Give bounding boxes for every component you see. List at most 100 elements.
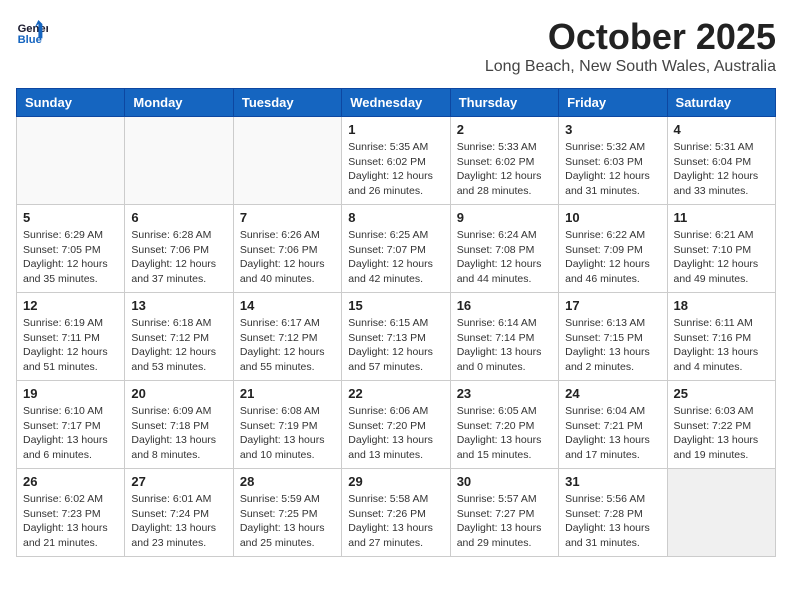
day-info: Sunrise: 6:06 AMSunset: 7:20 PMDaylight:…	[348, 404, 443, 463]
calendar-cell: 25 Sunrise: 6:03 AMSunset: 7:22 PMDayligh…	[667, 381, 775, 469]
calendar-cell	[125, 117, 233, 205]
day-number: 27	[131, 474, 226, 489]
day-info: Sunrise: 5:35 AMSunset: 6:02 PMDaylight:…	[348, 140, 443, 199]
day-number: 1	[348, 122, 443, 137]
day-info: Sunrise: 6:11 AMSunset: 7:16 PMDaylight:…	[674, 316, 769, 375]
calendar-cell: 26 Sunrise: 6:02 AMSunset: 7:23 PMDayligh…	[17, 469, 125, 557]
day-info: Sunrise: 6:25 AMSunset: 7:07 PMDaylight:…	[348, 228, 443, 287]
day-info: Sunrise: 6:24 AMSunset: 7:08 PMDaylight:…	[457, 228, 552, 287]
day-info: Sunrise: 5:33 AMSunset: 6:02 PMDaylight:…	[457, 140, 552, 199]
day-number: 4	[674, 122, 769, 137]
calendar-cell: 15 Sunrise: 6:15 AMSunset: 7:13 PMDayligh…	[342, 293, 450, 381]
day-number: 16	[457, 298, 552, 313]
location-title: Long Beach, New South Wales, Australia	[485, 58, 776, 76]
day-number: 10	[565, 210, 660, 225]
day-info: Sunrise: 6:08 AMSunset: 7:19 PMDaylight:…	[240, 404, 335, 463]
day-info: Sunrise: 6:05 AMSunset: 7:20 PMDaylight:…	[457, 404, 552, 463]
day-header-wednesday: Wednesday	[342, 89, 450, 117]
day-number: 29	[348, 474, 443, 489]
calendar-cell: 3 Sunrise: 5:32 AMSunset: 6:03 PMDaylight…	[559, 117, 667, 205]
day-number: 17	[565, 298, 660, 313]
calendar-cell: 14 Sunrise: 6:17 AMSunset: 7:12 PMDayligh…	[233, 293, 341, 381]
month-title: October 2025	[485, 16, 776, 58]
day-number: 12	[23, 298, 118, 313]
day-number: 24	[565, 386, 660, 401]
calendar-cell: 30 Sunrise: 5:57 AMSunset: 7:27 PMDayligh…	[450, 469, 558, 557]
day-info: Sunrise: 5:32 AMSunset: 6:03 PMDaylight:…	[565, 140, 660, 199]
calendar-cell: 18 Sunrise: 6:11 AMSunset: 7:16 PMDayligh…	[667, 293, 775, 381]
day-number: 21	[240, 386, 335, 401]
day-number: 14	[240, 298, 335, 313]
calendar-cell: 7 Sunrise: 6:26 AMSunset: 7:06 PMDaylight…	[233, 205, 341, 293]
calendar-cell: 2Sunrise: 5:33 AMSunset: 6:02 PMDaylight…	[450, 117, 558, 205]
calendar-cell: 12Sunrise: 6:19 AMSunset: 7:11 PMDayligh…	[17, 293, 125, 381]
logo-icon: General Blue	[16, 16, 48, 48]
day-info: Sunrise: 6:28 AMSunset: 7:06 PMDaylight:…	[131, 228, 226, 287]
day-number: 3	[565, 122, 660, 137]
title-section: October 2025 Long Beach, New South Wales…	[485, 16, 776, 76]
day-number: 7	[240, 210, 335, 225]
day-info: Sunrise: 6:01 AMSunset: 7:24 PMDaylight:…	[131, 492, 226, 551]
day-number: 30	[457, 474, 552, 489]
day-info: Sunrise: 6:29 AMSunset: 7:05 PMDaylight:…	[23, 228, 118, 287]
day-info: Sunrise: 6:15 AMSunset: 7:13 PMDaylight:…	[348, 316, 443, 375]
calendar-header-row: SundayMondayTuesdayWednesdayThursdayFrid…	[17, 89, 776, 117]
day-header-tuesday: Tuesday	[233, 89, 341, 117]
day-number: 28	[240, 474, 335, 489]
day-info: Sunrise: 6:26 AMSunset: 7:06 PMDaylight:…	[240, 228, 335, 287]
day-info: Sunrise: 6:04 AMSunset: 7:21 PMDaylight:…	[565, 404, 660, 463]
day-info: Sunrise: 5:57 AMSunset: 7:27 PMDaylight:…	[457, 492, 552, 551]
calendar-cell: 5Sunrise: 6:29 AMSunset: 7:05 PMDaylight…	[17, 205, 125, 293]
svg-text:General: General	[18, 23, 48, 35]
day-number: 25	[674, 386, 769, 401]
day-info: Sunrise: 6:02 AMSunset: 7:23 PMDaylight:…	[23, 492, 118, 551]
day-number: 19	[23, 386, 118, 401]
calendar-cell: 13Sunrise: 6:18 AMSunset: 7:12 PMDayligh…	[125, 293, 233, 381]
day-info: Sunrise: 6:10 AMSunset: 7:17 PMDaylight:…	[23, 404, 118, 463]
calendar-cell: 28Sunrise: 5:59 AMSunset: 7:25 PMDayligh…	[233, 469, 341, 557]
calendar-cell	[17, 117, 125, 205]
svg-text:Blue: Blue	[18, 34, 42, 46]
calendar-cell: 11Sunrise: 6:21 AMSunset: 7:10 PMDayligh…	[667, 205, 775, 293]
day-info: Sunrise: 5:56 AMSunset: 7:28 PMDaylight:…	[565, 492, 660, 551]
day-number: 18	[674, 298, 769, 313]
day-number: 8	[348, 210, 443, 225]
week-row-2: 5Sunrise: 6:29 AMSunset: 7:05 PMDaylight…	[17, 205, 776, 293]
day-number: 26	[23, 474, 118, 489]
day-info: Sunrise: 6:14 AMSunset: 7:14 PMDaylight:…	[457, 316, 552, 375]
calendar-cell: 8 Sunrise: 6:25 AMSunset: 7:07 PMDaylight…	[342, 205, 450, 293]
day-header-thursday: Thursday	[450, 89, 558, 117]
logo: General Blue	[16, 16, 48, 48]
day-info: Sunrise: 5:58 AMSunset: 7:26 PMDaylight:…	[348, 492, 443, 551]
day-header-friday: Friday	[559, 89, 667, 117]
day-info: Sunrise: 6:21 AMSunset: 7:10 PMDaylight:…	[674, 228, 769, 287]
calendar-cell: 4 Sunrise: 5:31 AMSunset: 6:04 PMDaylight…	[667, 117, 775, 205]
calendar-cell: 16 Sunrise: 6:14 AMSunset: 7:14 PMDayligh…	[450, 293, 558, 381]
calendar-cell: 19 Sunrise: 6:10 AMSunset: 7:17 PMDayligh…	[17, 381, 125, 469]
day-info: Sunrise: 6:17 AMSunset: 7:12 PMDaylight:…	[240, 316, 335, 375]
day-number: 23	[457, 386, 552, 401]
calendar-cell: 24 Sunrise: 6:04 AMSunset: 7:21 PMDayligh…	[559, 381, 667, 469]
week-row-1: 1 Sunrise: 5:35 AMSunset: 6:02 PMDaylight…	[17, 117, 776, 205]
day-info: Sunrise: 6:22 AMSunset: 7:09 PMDaylight:…	[565, 228, 660, 287]
day-number: 20	[131, 386, 226, 401]
calendar-cell: 10 Sunrise: 6:22 AMSunset: 7:09 PMDayligh…	[559, 205, 667, 293]
day-number: 31	[565, 474, 660, 489]
day-info: Sunrise: 6:13 AMSunset: 7:15 PMDaylight:…	[565, 316, 660, 375]
calendar-cell: 20 Sunrise: 6:09 AMSunset: 7:18 PMDayligh…	[125, 381, 233, 469]
calendar-cell: 22 Sunrise: 6:06 AMSunset: 7:20 PMDayligh…	[342, 381, 450, 469]
day-number: 6	[131, 210, 226, 225]
day-info: Sunrise: 5:31 AMSunset: 6:04 PMDaylight:…	[674, 140, 769, 199]
day-info: Sunrise: 6:18 AMSunset: 7:12 PMDaylight:…	[131, 316, 226, 375]
day-number: 22	[348, 386, 443, 401]
calendar-table: SundayMondayTuesdayWednesdayThursdayFrid…	[16, 88, 776, 557]
week-row-3: 12Sunrise: 6:19 AMSunset: 7:11 PMDayligh…	[17, 293, 776, 381]
day-info: Sunrise: 6:09 AMSunset: 7:18 PMDaylight:…	[131, 404, 226, 463]
day-info: Sunrise: 6:03 AMSunset: 7:22 PMDaylight:…	[674, 404, 769, 463]
calendar-cell: 1 Sunrise: 5:35 AMSunset: 6:02 PMDaylight…	[342, 117, 450, 205]
day-header-saturday: Saturday	[667, 89, 775, 117]
page-header: General Blue October 2025 Long Beach, Ne…	[16, 16, 776, 76]
calendar-cell: 23 Sunrise: 6:05 AMSunset: 7:20 PMDayligh…	[450, 381, 558, 469]
day-number: 15	[348, 298, 443, 313]
calendar-cell: 31 Sunrise: 5:56 AMSunset: 7:28 PMDayligh…	[559, 469, 667, 557]
